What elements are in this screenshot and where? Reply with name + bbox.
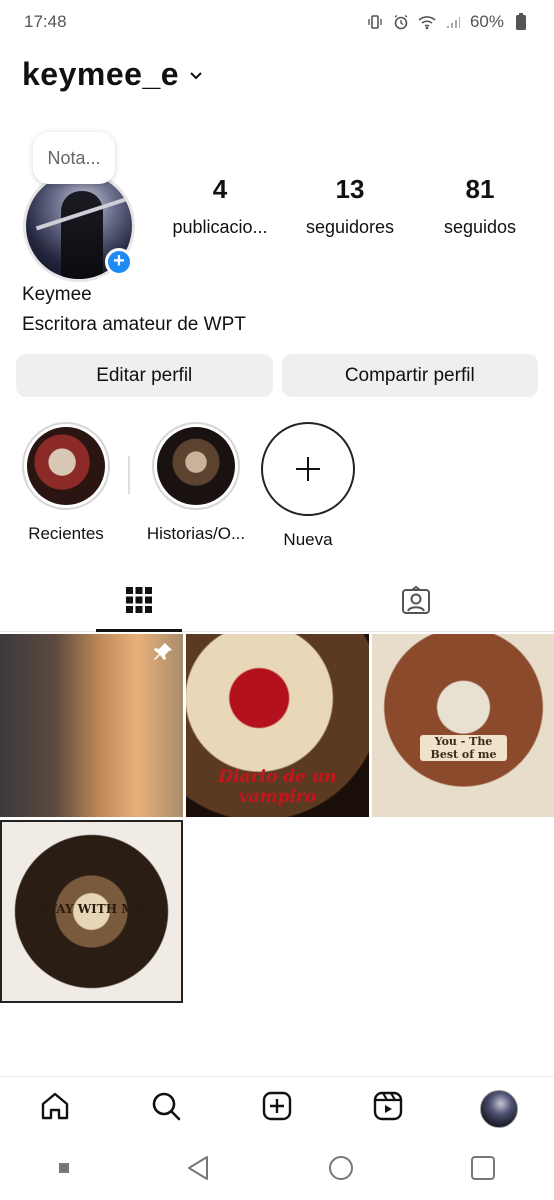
plus-icon: [261, 422, 355, 516]
highlight-label: Historias/O...: [146, 524, 246, 543]
post-tile[interactable]: [0, 634, 183, 817]
post-tile[interactable]: Diario de un vampiro: [186, 634, 369, 817]
tab-posts[interactable]: [0, 574, 277, 632]
battery-icon: [512, 13, 530, 31]
chevron-down-icon: [187, 66, 205, 84]
signal-icon: [444, 13, 462, 31]
home-circle-icon[interactable]: [327, 1154, 355, 1187]
stat-number: 4: [212, 174, 228, 204]
stat-following[interactable]: 81 seguidos: [420, 174, 540, 238]
highlight-new[interactable]: Nueva: [260, 422, 356, 550]
reels-icon: [372, 1090, 404, 1127]
stat-number: 13: [335, 174, 365, 204]
highlight-ring: [22, 422, 110, 510]
tab-tagged[interactable]: [277, 574, 554, 631]
story-highlights: Recientes Historias/O... Nueva: [18, 422, 356, 550]
bio: Escritora amateur de WPT: [22, 314, 246, 335]
add-story-icon[interactable]: +: [105, 248, 133, 276]
grid-icon: [125, 586, 153, 619]
profile-tabs: [0, 574, 554, 632]
nav-search[interactable]: [139, 1082, 193, 1136]
profile-stats: 4 publicacio... 13 seguidores 81 seguido…: [160, 174, 540, 238]
search-icon: [150, 1090, 182, 1127]
wifi-icon: [418, 13, 436, 31]
highlight-historias[interactable]: Historias/O...: [146, 422, 246, 544]
nav-home[interactable]: [28, 1082, 82, 1136]
system-navigation: [0, 1140, 554, 1200]
create-icon: [261, 1090, 293, 1127]
battery-percent: 60%: [469, 12, 504, 31]
pin-icon: [153, 642, 173, 662]
posts-grid: Diario de un vampiro You - The Best of m…: [0, 634, 554, 1003]
tagged-icon: [401, 585, 431, 620]
post-caption: Diario de un vampiro: [218, 767, 337, 807]
post-caption: STAY WITH ME: [39, 902, 144, 916]
nav-profile[interactable]: [472, 1082, 526, 1136]
highlight-cover: [27, 427, 105, 505]
profile-actions: Editar perfil Compartir perfil: [16, 354, 538, 397]
note-bubble[interactable]: Nota...: [33, 132, 115, 184]
status-icons: 60%: [366, 12, 530, 32]
recents-icon[interactable]: [58, 1161, 70, 1179]
profile-avatar-small: [479, 1089, 518, 1128]
profile-avatar-container[interactable]: +: [23, 170, 135, 282]
highlight-divider: [128, 456, 130, 494]
stat-label: publicacio...: [172, 217, 268, 237]
overview-icon[interactable]: [470, 1155, 496, 1186]
highlight-cover: [157, 427, 235, 505]
home-icon: [39, 1090, 71, 1127]
account-switcher[interactable]: keymee_e: [22, 56, 205, 93]
avatar-figure: [61, 191, 103, 279]
stat-label: seguidores: [305, 217, 395, 237]
highlight-ring: [152, 422, 240, 510]
highlight-label: Nueva: [283, 530, 333, 549]
share-profile-button[interactable]: Compartir perfil: [281, 354, 538, 397]
status-bar: 17:48 60%: [0, 0, 554, 44]
alarm-icon: [392, 13, 410, 31]
nav-create[interactable]: [250, 1082, 304, 1136]
vibrate-icon: [366, 13, 384, 31]
post-tile[interactable]: You - The Best of me: [372, 634, 554, 817]
status-time: 17:48: [24, 12, 67, 31]
highlight-recientes[interactable]: Recientes: [18, 422, 114, 544]
stat-number: 81: [465, 174, 495, 204]
highlight-label: Recientes: [28, 524, 104, 543]
username: keymee_e: [22, 56, 180, 92]
bottom-navigation: [0, 1076, 554, 1140]
stat-posts[interactable]: 4 publicacio...: [160, 174, 280, 238]
back-icon[interactable]: [185, 1154, 211, 1187]
post-caption: You - The Best of me: [420, 735, 507, 761]
stat-label: seguidos: [443, 217, 517, 237]
edit-profile-button[interactable]: Editar perfil: [16, 354, 273, 397]
post-tile[interactable]: STAY WITH ME: [0, 820, 183, 1003]
display-name: Keymee: [22, 284, 92, 305]
nav-reels[interactable]: [361, 1082, 415, 1136]
stat-followers[interactable]: 13 seguidores: [290, 174, 410, 238]
